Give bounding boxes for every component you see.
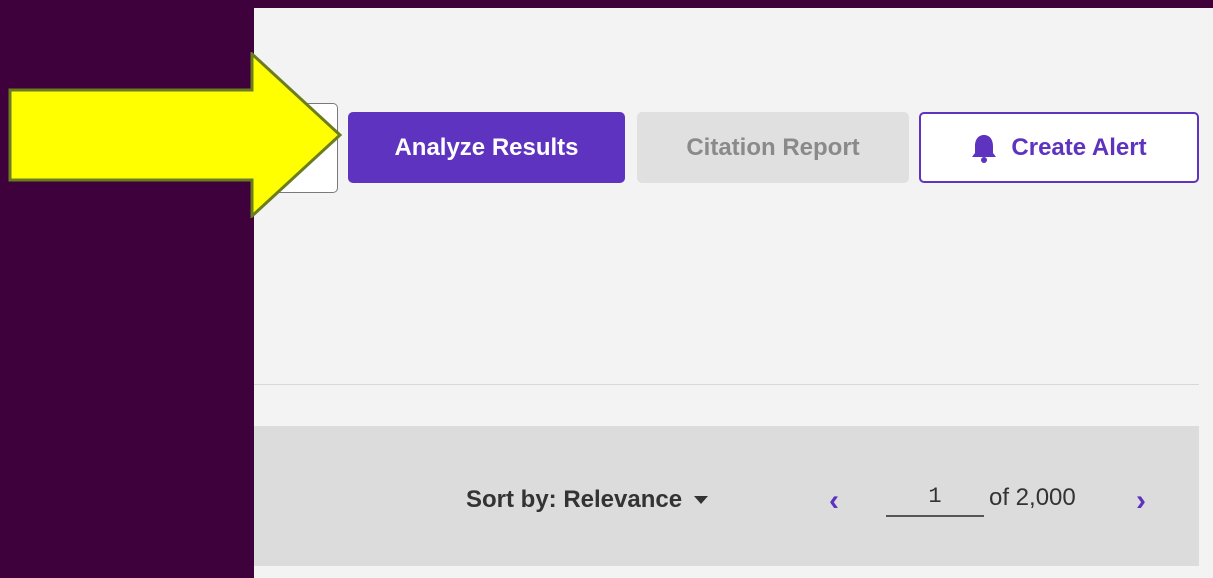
chevron-right-icon[interactable]: › xyxy=(1136,484,1146,518)
section-divider xyxy=(254,384,1199,385)
sort-label: Sort by: Relevance xyxy=(466,486,683,513)
sort-dropdown[interactable]: Sort by: Relevance xyxy=(466,486,709,514)
chevron-left-icon[interactable]: ‹ xyxy=(829,484,839,518)
highlight-arrow-icon xyxy=(8,52,343,218)
citation-report-button[interactable]: Citation Report xyxy=(637,112,909,183)
results-toolbar: Sort by: Relevance ‹ 1 of 2,000 › xyxy=(254,426,1199,566)
create-alert-button[interactable]: Create Alert xyxy=(919,112,1199,183)
results-panel: Analyze Results Citation Report Create A… xyxy=(254,8,1213,578)
caret-down-icon xyxy=(694,496,709,504)
analyze-results-label: Analyze Results xyxy=(394,133,579,161)
create-alert-label: Create Alert xyxy=(1011,133,1147,161)
bell-icon xyxy=(972,134,997,163)
analyze-results-button[interactable]: Analyze Results xyxy=(348,112,625,183)
page-total: of 2,000 xyxy=(989,484,1076,511)
page-number-input[interactable]: 1 xyxy=(886,484,984,517)
citation-report-label: Citation Report xyxy=(686,133,860,161)
